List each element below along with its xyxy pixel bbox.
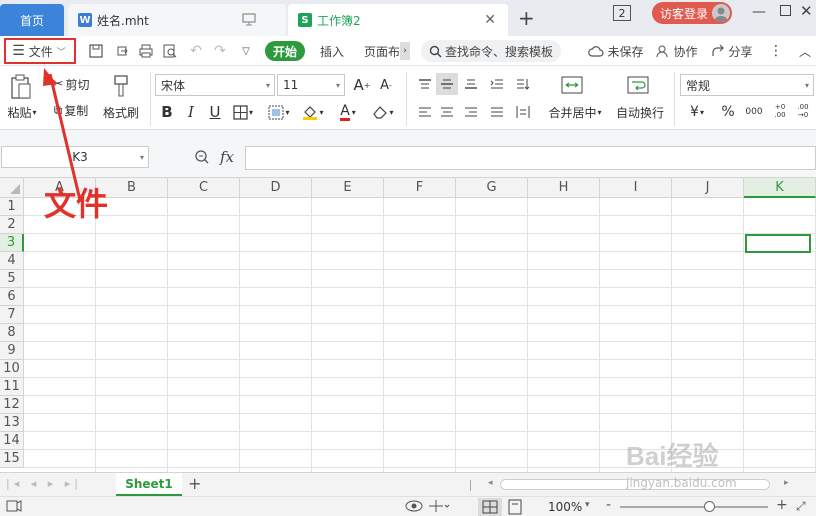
page-layout-view-icon[interactable] bbox=[508, 499, 522, 516]
eye-protection-icon[interactable] bbox=[404, 499, 424, 516]
zoom-dropdown-icon[interactable]: ▾ bbox=[585, 500, 590, 510]
scroll-right-arrow-icon[interactable]: ▸ bbox=[784, 478, 789, 488]
add-sheet-button[interactable]: + bbox=[188, 474, 201, 493]
sheet-nav-arrows[interactable]: |◂ ◂ ▸ ▸| bbox=[6, 477, 82, 490]
zoom-slider-track[interactable] bbox=[620, 506, 768, 508]
zoom-slider-thumb[interactable] bbox=[703, 501, 715, 512]
scroll-left-arrow-icon[interactable]: ◂ bbox=[488, 478, 493, 488]
zoom-out-button[interactable]: - bbox=[606, 497, 611, 513]
watermark-url: jingyan.baidu.com bbox=[626, 476, 737, 490]
annotation-label: 文件 bbox=[44, 185, 109, 223]
fullscreen-icon[interactable]: ⤢ bbox=[796, 499, 806, 514]
watermark-logo: Bai经验 bbox=[626, 441, 719, 471]
reading-mode-icon[interactable] bbox=[428, 499, 450, 516]
sheet-tab-active[interactable]: Sheet1 bbox=[116, 473, 182, 496]
status-bar: 100% ▾ - + ⤢ bbox=[0, 496, 816, 516]
zoom-in-button[interactable]: + bbox=[776, 497, 788, 513]
separator bbox=[470, 480, 471, 491]
normal-view-button[interactable] bbox=[478, 498, 502, 516]
macro-icon[interactable] bbox=[6, 499, 22, 516]
zoom-level[interactable]: 100% bbox=[548, 500, 582, 514]
